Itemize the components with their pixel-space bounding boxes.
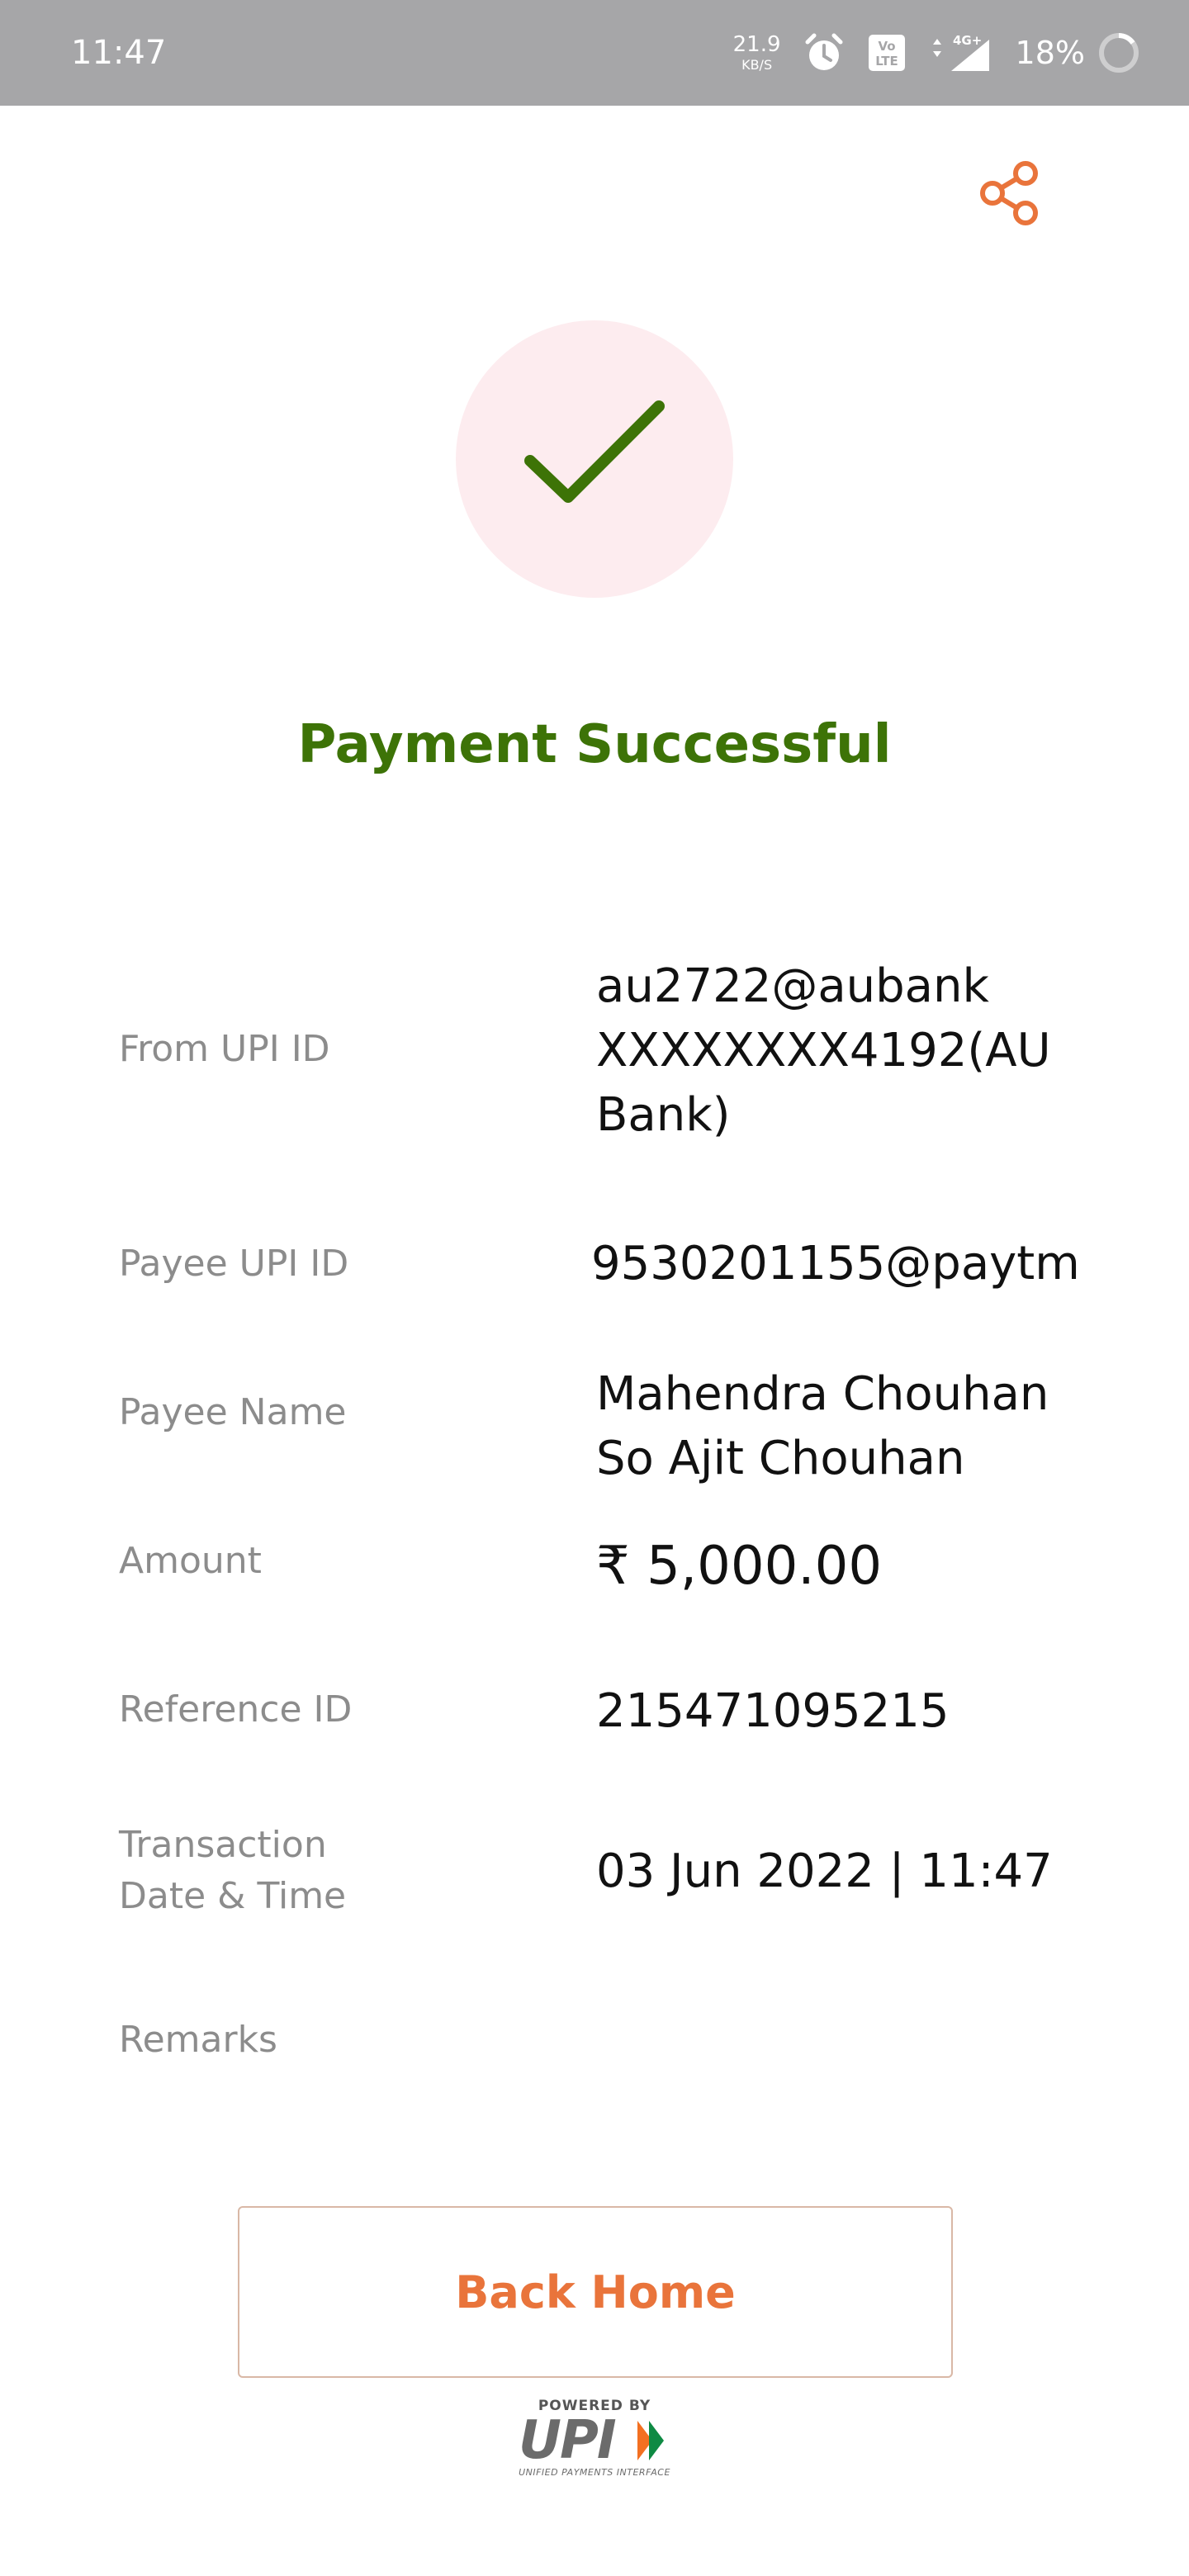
network-speed-unit: KB/S (741, 57, 773, 73)
status-icons: 21.9 KB/S Vo LTE 4G+ 18% (733, 26, 1141, 79)
from-upi-value: au2722@aubank XXXXXXXX4192(AU Bank) (596, 959, 1051, 1142)
check-icon (524, 400, 665, 503)
network-speed-value: 21.9 (732, 32, 781, 57)
payment-status-title: Payment Successful (297, 714, 892, 775)
remarks-label: Remarks (119, 2019, 277, 2061)
svg-text:LTE: LTE (875, 54, 898, 69)
volte-icon: Vo LTE (868, 35, 905, 71)
success-badge (456, 320, 733, 598)
upi-logo: POWERED BY UPI UNIFIED PAYMENTS INTERFAC… (512, 2394, 677, 2482)
battery-ring-icon (1099, 33, 1139, 73)
payee-name-value: Mahendra Chouhan So Ajit Chouhan (596, 1367, 1049, 1485)
from-upi-label: From UPI ID (119, 1028, 330, 1070)
transaction-datetime-label: Transaction Date & Time (119, 1824, 347, 1917)
share-icon (980, 161, 1038, 225)
amount-value: ₹ 5,000.00 (596, 1536, 883, 1597)
payee-upi-value: 9530201155@paytm (591, 1237, 1080, 1290)
payee-upi-label: Payee UPI ID (119, 1243, 349, 1285)
status-bar: 11:47 21.9 KB/S Vo LTE 4G+ 18% (0, 0, 1189, 106)
payee-name-label: Payee Name (119, 1391, 347, 1433)
network-speed: 21.9 KB/S (733, 34, 781, 72)
upi-subtitle: UNIFIED PAYMENTS INTERFACE (519, 2467, 670, 2478)
transaction-datetime-value: 03 Jun 2022 | 11:47 (596, 1844, 1053, 1898)
status-time: 11:47 (71, 34, 167, 72)
amount-label: Amount (119, 1540, 262, 1582)
back-home-button[interactable]: Back Home (238, 2206, 953, 2378)
reference-id-label: Reference ID (119, 1688, 353, 1731)
svg-text:Vo: Vo (878, 39, 895, 54)
upi-wordmark: UPI (519, 2410, 617, 2471)
upi-arrow-icon (637, 2421, 664, 2460)
reference-id-value: 215471095215 (596, 1684, 950, 1738)
signal-type-label: 4G+ (953, 33, 982, 48)
alarm-icon (805, 33, 843, 70)
share-button[interactable] (971, 152, 1050, 231)
battery-percentage: 18% (1015, 35, 1085, 71)
signal-4g-icon: 4G+ (932, 33, 989, 71)
